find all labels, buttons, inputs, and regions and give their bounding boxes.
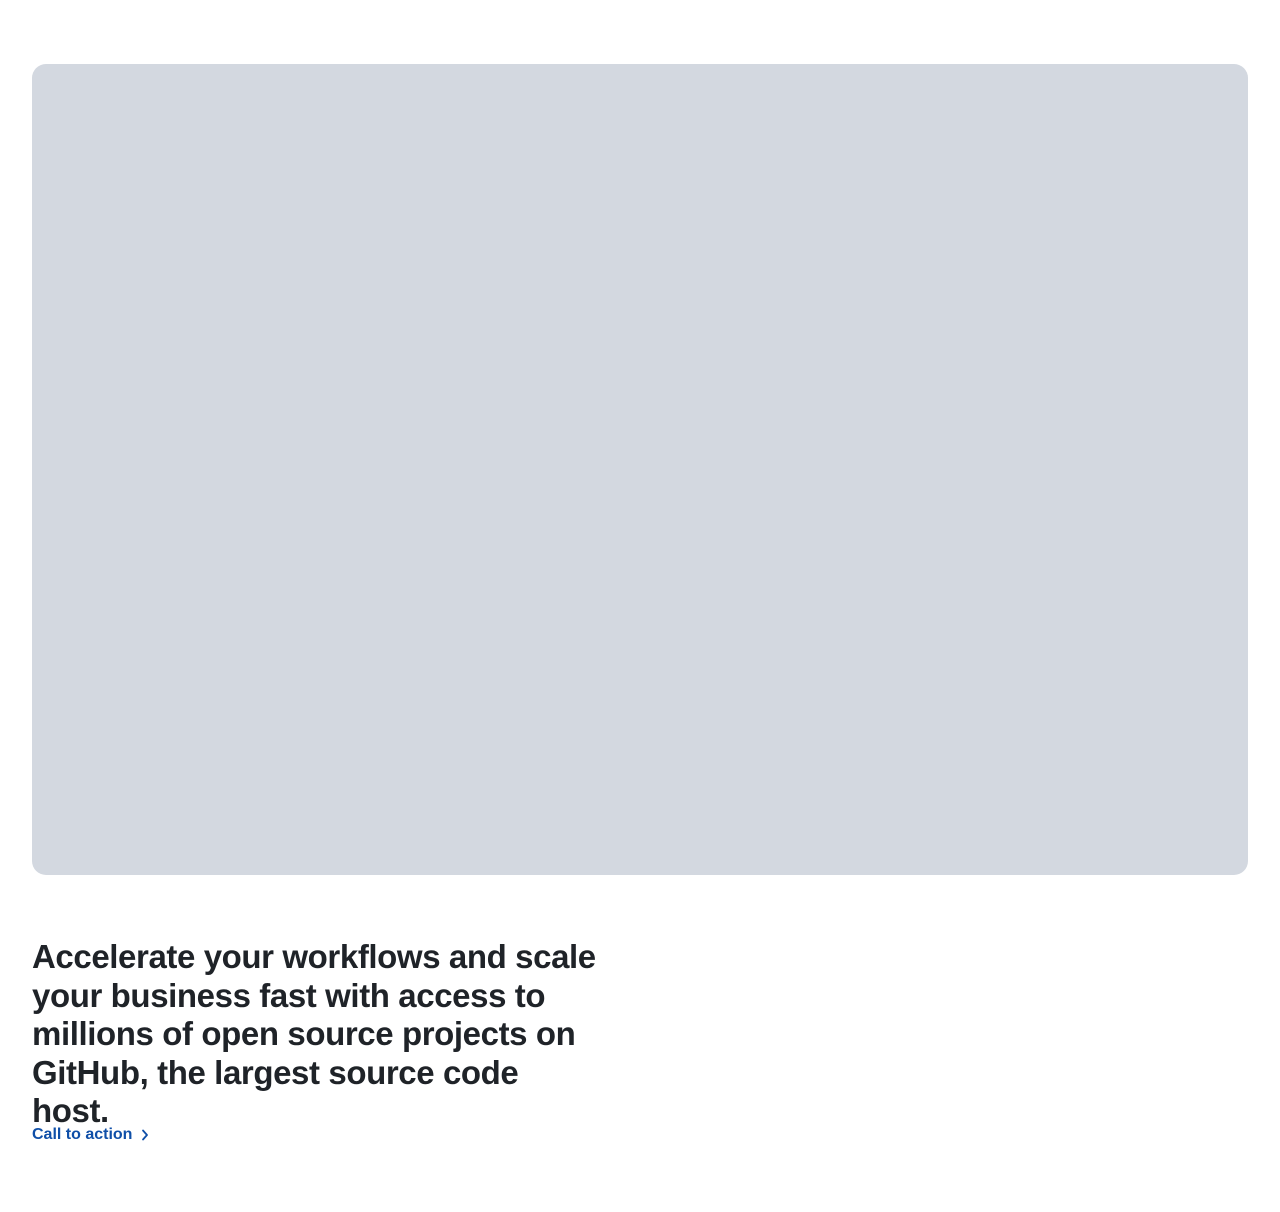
hero-content: Accelerate your workflows and scale your… bbox=[32, 938, 612, 1143]
chevron-right-icon bbox=[140, 1129, 150, 1141]
hero-headline: Accelerate your workflows and scale your… bbox=[32, 938, 596, 1129]
call-to-action-link[interactable]: Call to action bbox=[32, 1125, 150, 1145]
hero-media-placeholder bbox=[32, 64, 1248, 875]
call-to-action-label: Call to action bbox=[32, 1126, 133, 1143]
